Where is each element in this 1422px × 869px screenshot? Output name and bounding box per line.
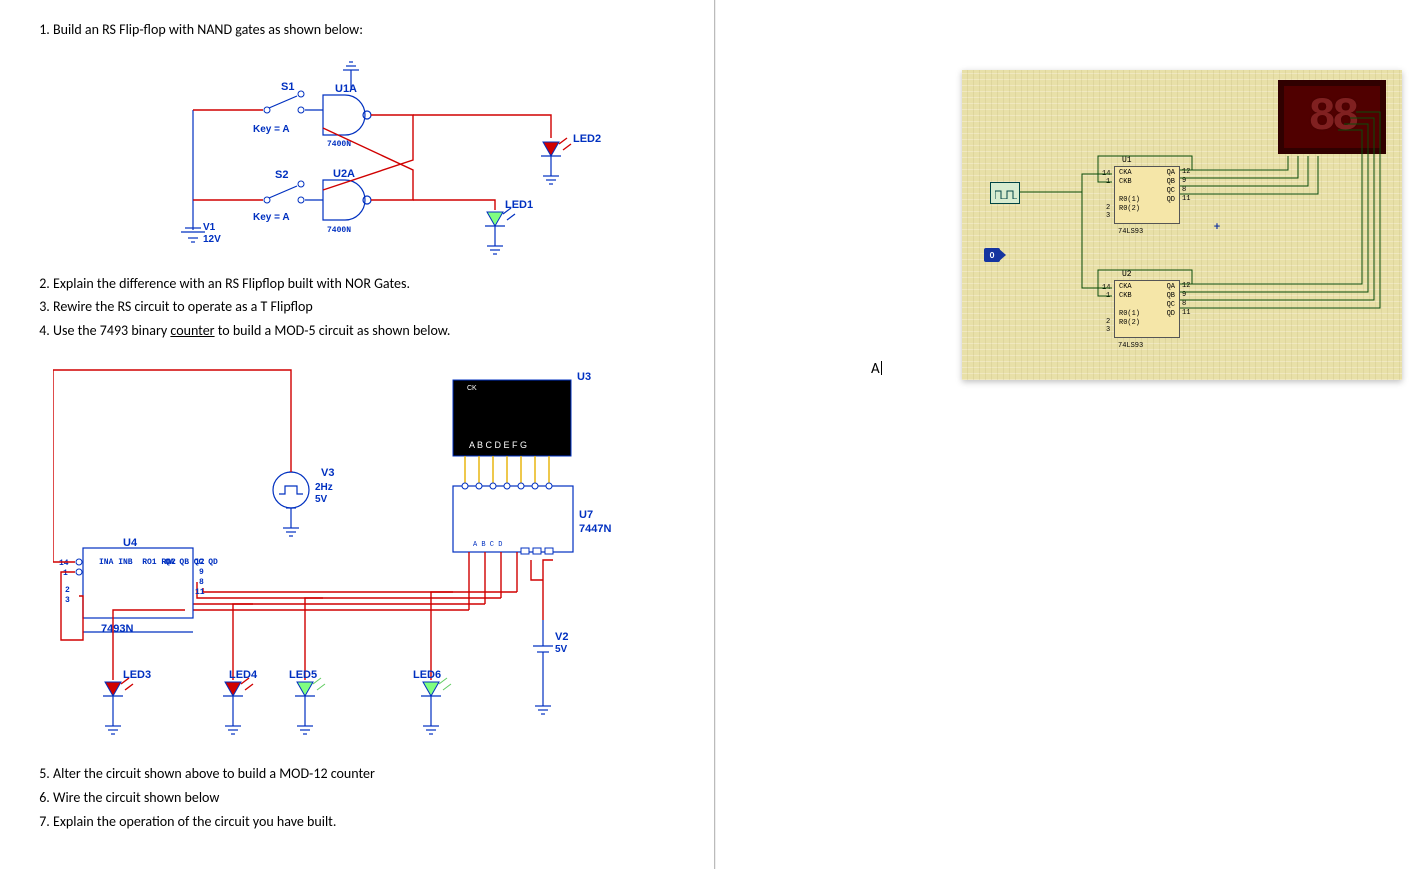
svg-text:1: 1 — [63, 569, 68, 578]
u2a-part: 7400N — [327, 226, 351, 235]
u7-label: U7 — [579, 509, 593, 521]
svg-text:A B C D: A B C D — [473, 541, 502, 549]
led1-label: LED1 — [505, 199, 533, 211]
u4-pins-r: QA QB QC QD — [165, 558, 218, 567]
u1a-label: U1A — [335, 83, 357, 95]
s2-label: S2 — [275, 169, 288, 181]
u1a-part: 7400N — [327, 140, 351, 149]
svg-text:2: 2 — [65, 586, 70, 595]
led3: LED3 — [123, 669, 151, 681]
q7-text: Explain the operation of the circuit you… — [53, 813, 336, 830]
list-item: Explain the operation of the circuit you… — [53, 812, 694, 832]
list-item: Alter the circuit shown above to build a… — [53, 764, 694, 784]
v1-label: V1 — [203, 222, 216, 233]
v2v: 5V — [555, 644, 568, 655]
question-list: Build an RS Flip-flop with NAND gates as… — [25, 20, 694, 831]
s1-key: Key = A — [253, 124, 290, 135]
v2: V2 — [555, 631, 568, 643]
u7-part: 7447N — [579, 523, 611, 535]
square-wave-icon — [995, 189, 1017, 199]
u2a-label: U2A — [333, 168, 355, 180]
diagram-mod5-counter: U3 A B C D E F G CK U7 7447N — [53, 350, 694, 750]
diagram-rs-flipflop: V1 12V S1 Key = A — [53, 50, 694, 260]
u1-part: 74LS93 — [1118, 228, 1143, 236]
q4-underline: counter — [170, 322, 214, 339]
list-item: Rewire the RS circuit to operate as a T … — [53, 297, 694, 317]
q4-pre: Use the 7493 binary — [53, 322, 170, 339]
clock-source — [990, 182, 1020, 204]
proteus-screenshot: 88 0 + U1 CKA CKB R0(1) R0(2) QA QB QC Q… — [962, 70, 1402, 380]
v3-v: 5V — [315, 494, 328, 505]
led6: LED6 — [413, 669, 441, 681]
diagram1-svg: V1 12V S1 Key = A — [53, 50, 673, 260]
ic-u2: CKA CKB R0(1) R0(2) QA QB QC QD — [1114, 280, 1180, 338]
logic-state-0: 0 — [984, 248, 1000, 262]
list-item: Explain the difference with an RS Flipfl… — [53, 274, 694, 294]
list-item: Use the 7493 binary counter to build a M… — [53, 321, 694, 751]
svg-text:9: 9 — [199, 568, 204, 577]
s1-label: S1 — [281, 81, 294, 93]
v1-volt: 12V — [203, 234, 221, 245]
q4-post: to build a MOD-5 circuit as shown below. — [215, 322, 451, 339]
u2-part: 74LS93 — [1118, 342, 1143, 350]
q6-text: Wire the circuit shown below — [53, 789, 219, 806]
s2-key: Key = A — [253, 212, 290, 223]
q2-text: Explain the difference with an RS Flipfl… — [53, 275, 410, 292]
seven-segment-display: 88 — [1278, 80, 1386, 154]
u2-label: U2 — [1122, 270, 1132, 279]
u4-part: 7493N — [101, 623, 133, 635]
v3-hz: 2Hz — [315, 482, 333, 493]
q3-text: Rewire the RS circuit to operate as a T … — [53, 298, 313, 315]
crosshair-marker: + — [1214, 220, 1220, 234]
list-item: Wire the circuit shown below — [53, 788, 694, 808]
svg-text:14: 14 — [59, 559, 69, 568]
list-item: Build an RS Flip-flop with NAND gates as… — [53, 20, 694, 260]
v3-label: V3 — [321, 467, 334, 479]
abcdefg: A B C D E F G — [469, 440, 527, 450]
svg-text:CK: CK — [467, 385, 477, 392]
diagram2-svg: U3 A B C D E F G CK U7 7447N — [53, 350, 693, 750]
document-right-page: A 88 0 + U1 CKA CKB R0(1) R0(2) QA QB QC… — [726, 0, 1422, 869]
svg-text:11: 11 — [195, 588, 205, 597]
led4: LED4 — [229, 669, 258, 681]
text-cursor[interactable]: A — [871, 360, 882, 378]
u1-label: U1 — [1122, 156, 1132, 165]
svg-text:8: 8 — [199, 578, 204, 587]
document-left-page: Build an RS Flip-flop with NAND gates as… — [0, 0, 714, 869]
q1-text: Build an RS Flip-flop with NAND gates as… — [53, 21, 363, 38]
led2-label: LED2 — [573, 133, 601, 145]
svg-text:3: 3 — [65, 596, 70, 605]
page-gap — [716, 0, 726, 869]
svg-text:12: 12 — [195, 558, 205, 567]
ic-u1: CKA CKB R0(1) R0(2) QA QB QC QD — [1114, 166, 1180, 224]
q5-text: Alter the circuit shown above to build a… — [53, 765, 375, 782]
u3-label: U3 — [577, 371, 591, 383]
u4-label: U4 — [123, 537, 138, 549]
led5: LED5 — [289, 669, 317, 681]
